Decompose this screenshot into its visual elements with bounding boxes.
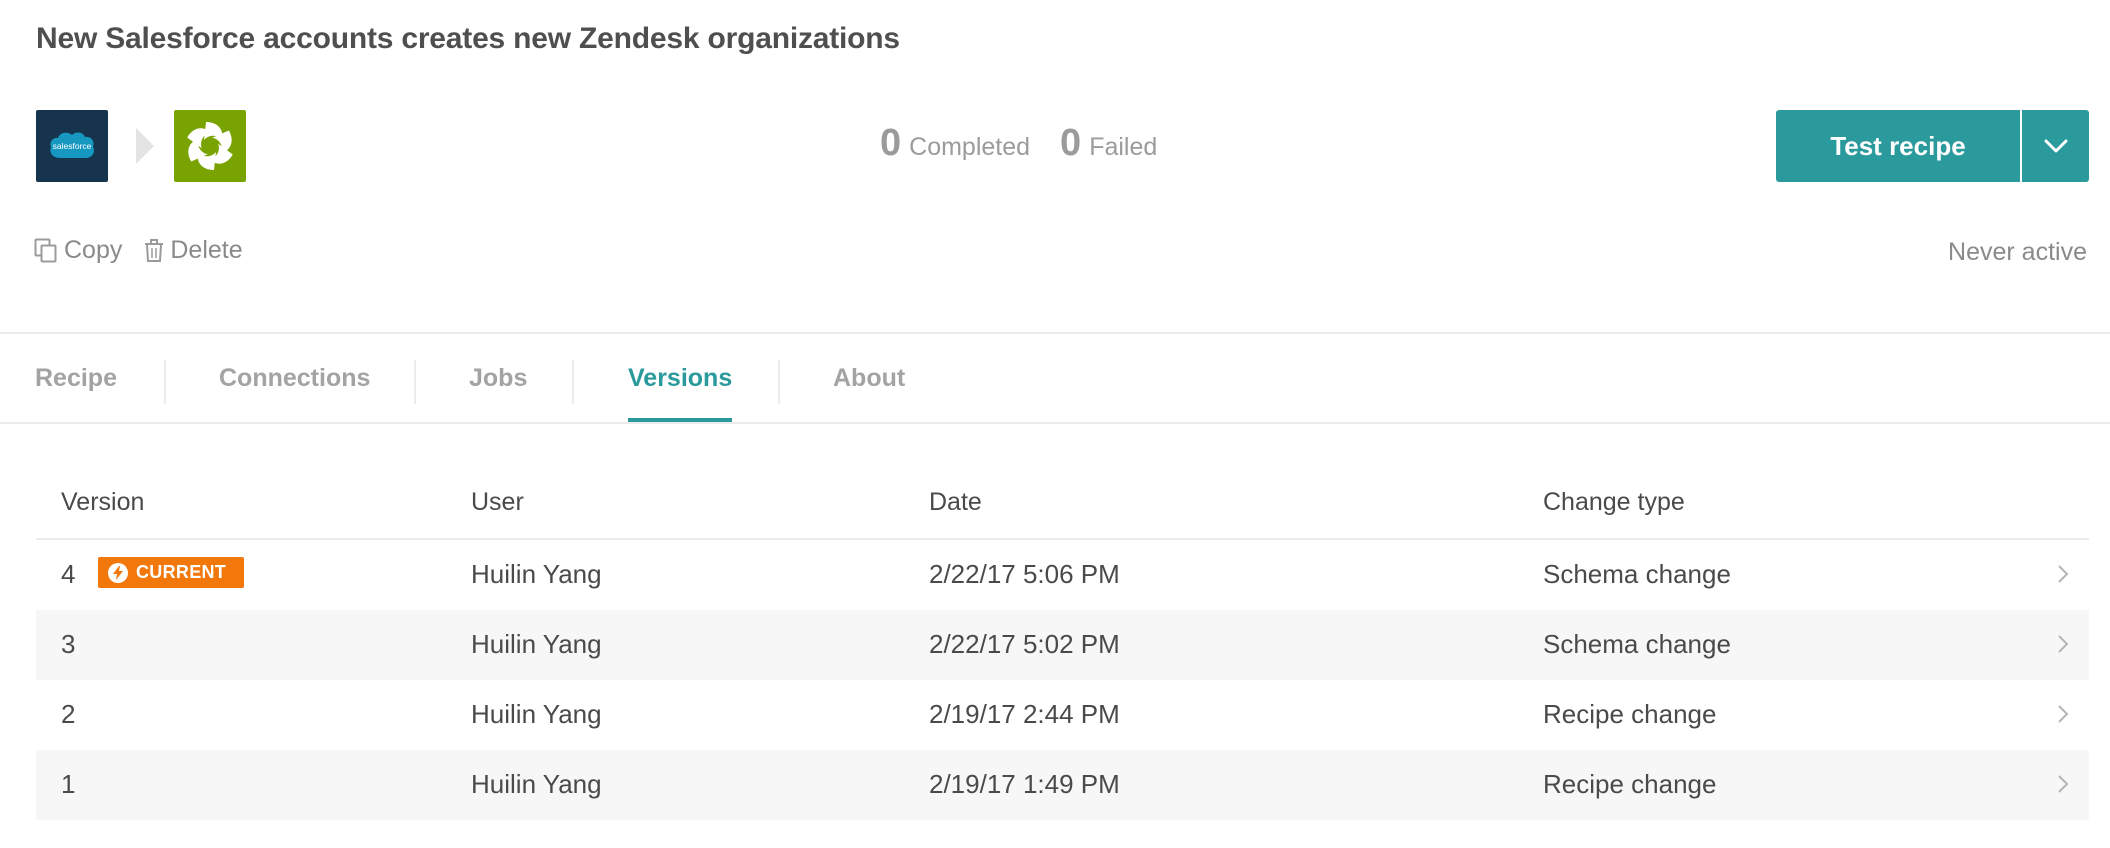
user-cell: Huilin Yang — [471, 559, 602, 589]
copy-icon — [34, 238, 57, 262]
user-cell: Huilin Yang — [471, 629, 602, 659]
table-row[interactable]: 1 Huilin Yang 2/19/17 1:49 PM Recipe cha… — [36, 750, 2089, 820]
chevron-right-icon — [2058, 705, 2069, 723]
current-badge: CURRENT — [98, 557, 245, 588]
completed-count: 0 — [880, 122, 902, 164]
version-cell: 4 — [61, 559, 76, 589]
change-type-cell: Schema change — [1543, 629, 1731, 659]
chevron-right-icon — [2058, 775, 2069, 793]
recipe-actions: Copy Delete — [34, 236, 243, 265]
version-cell: 2 — [61, 699, 76, 729]
table-header: Version User Date Change type — [36, 468, 2089, 540]
lightning-icon — [108, 562, 128, 583]
zendesk-logo — [174, 110, 246, 182]
app-connection-row: salesforce — [36, 110, 246, 182]
table-row[interactable]: 3 Huilin Yang 2/22/17 5:02 PM Schema cha… — [36, 610, 2089, 680]
recipe-page: New Salesforce accounts creates new Zend… — [0, 0, 2110, 848]
delete-label: Delete — [170, 236, 243, 264]
change-type-cell: Schema change — [1543, 559, 1731, 589]
column-header-date: Date — [929, 488, 982, 516]
delete-button[interactable]: Delete — [144, 236, 243, 265]
chevron-right-icon — [2058, 635, 2069, 653]
change-type-cell: Recipe change — [1543, 769, 1717, 799]
table-row[interactable]: 4 CURRENT Huilin Yang 2/22/17 5:06 PM Sc… — [36, 540, 2089, 610]
tab-recipe[interactable]: Recipe — [35, 334, 117, 422]
versions-table: Version User Date Change type 4 CURRENT … — [36, 468, 2089, 820]
test-recipe-dropdown-button[interactable] — [2020, 110, 2089, 182]
recipe-tabs: Recipe Connections Jobs Versions About — [0, 334, 2110, 422]
change-type-cell: Recipe change — [1543, 699, 1717, 729]
chevron-right-icon — [2058, 565, 2069, 583]
current-badge-label: CURRENT — [136, 562, 227, 582]
date-cell: 2/22/17 5:02 PM — [929, 629, 1120, 659]
date-cell: 2/22/17 5:06 PM — [929, 559, 1120, 589]
tab-divider — [164, 360, 166, 404]
tab-versions[interactable]: Versions — [628, 334, 733, 422]
version-cell: 3 — [61, 629, 76, 659]
failed-stat: 0 Failed — [1060, 122, 1157, 165]
job-stats: 0 Completed 0 Failed — [880, 122, 1157, 165]
tab-divider — [778, 360, 780, 404]
salesforce-logo-text: salesforce — [53, 141, 92, 151]
completed-stat: 0 Completed — [880, 122, 1030, 165]
column-header-change-type: Change type — [1543, 488, 1685, 516]
version-cell: 1 — [61, 769, 76, 799]
tab-divider — [572, 360, 574, 404]
tab-about[interactable]: About — [833, 334, 905, 422]
completed-label: Completed — [909, 133, 1031, 161]
tab-jobs[interactable]: Jobs — [469, 334, 527, 422]
user-cell: Huilin Yang — [471, 769, 602, 799]
column-header-user: User — [471, 488, 524, 516]
flow-arrow — [136, 128, 154, 164]
user-cell: Huilin Yang — [471, 699, 602, 729]
failed-label: Failed — [1089, 133, 1158, 161]
trash-icon — [145, 238, 164, 262]
copy-label: Copy — [64, 236, 123, 264]
date-cell: 2/19/17 2:44 PM — [929, 699, 1120, 729]
test-recipe-button[interactable]: Test recipe — [1776, 110, 2020, 182]
salesforce-logo: salesforce — [36, 110, 108, 182]
date-cell: 2/19/17 1:49 PM — [929, 769, 1120, 799]
recipe-status: Never active — [1948, 238, 2087, 266]
tab-connections[interactable]: Connections — [219, 334, 370, 422]
page-title: New Salesforce accounts creates new Zend… — [36, 22, 900, 55]
tab-divider — [414, 360, 416, 404]
tabs-divider — [0, 422, 2110, 424]
failed-count: 0 — [1060, 122, 1082, 164]
table-row[interactable]: 2 Huilin Yang 2/19/17 2:44 PM Recipe cha… — [36, 680, 2089, 750]
chevron-down-icon — [2044, 139, 2067, 153]
column-header-version: Version — [61, 488, 145, 516]
copy-button[interactable]: Copy — [34, 236, 122, 265]
